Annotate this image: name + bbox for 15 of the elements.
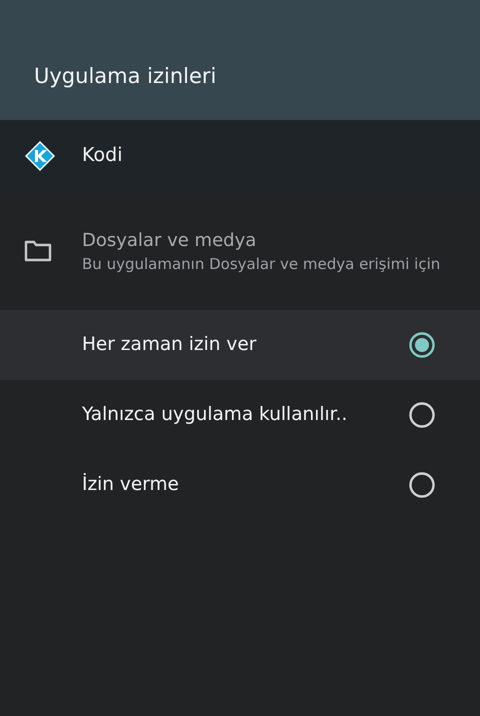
- permission-title: Dosyalar ve medya: [82, 228, 258, 253]
- option-row[interactable]: Her zaman izin ver: [0, 310, 480, 380]
- radio-button[interactable]: [408, 471, 436, 499]
- folder-icon: [24, 240, 52, 262]
- radio-button[interactable]: [408, 331, 436, 359]
- radio-button[interactable]: [408, 401, 436, 429]
- permission-description: Bu uygulamanın Dosyalar ve medya erişimi için: [82, 254, 440, 274]
- page-title: Uygulama izinleri: [34, 62, 216, 90]
- app-name: Kodi: [82, 143, 122, 168]
- option-label: Yalnızca uygulama kullanılır..: [82, 403, 348, 428]
- option-label: Her zaman izin ver: [82, 333, 256, 358]
- option-row[interactable]: İzin verme: [0, 450, 480, 520]
- app-logo-icon: [24, 140, 56, 172]
- option-row[interactable]: Yalnızca uygulama kullanılır..: [0, 380, 480, 450]
- option-label: İzin verme: [82, 472, 179, 498]
